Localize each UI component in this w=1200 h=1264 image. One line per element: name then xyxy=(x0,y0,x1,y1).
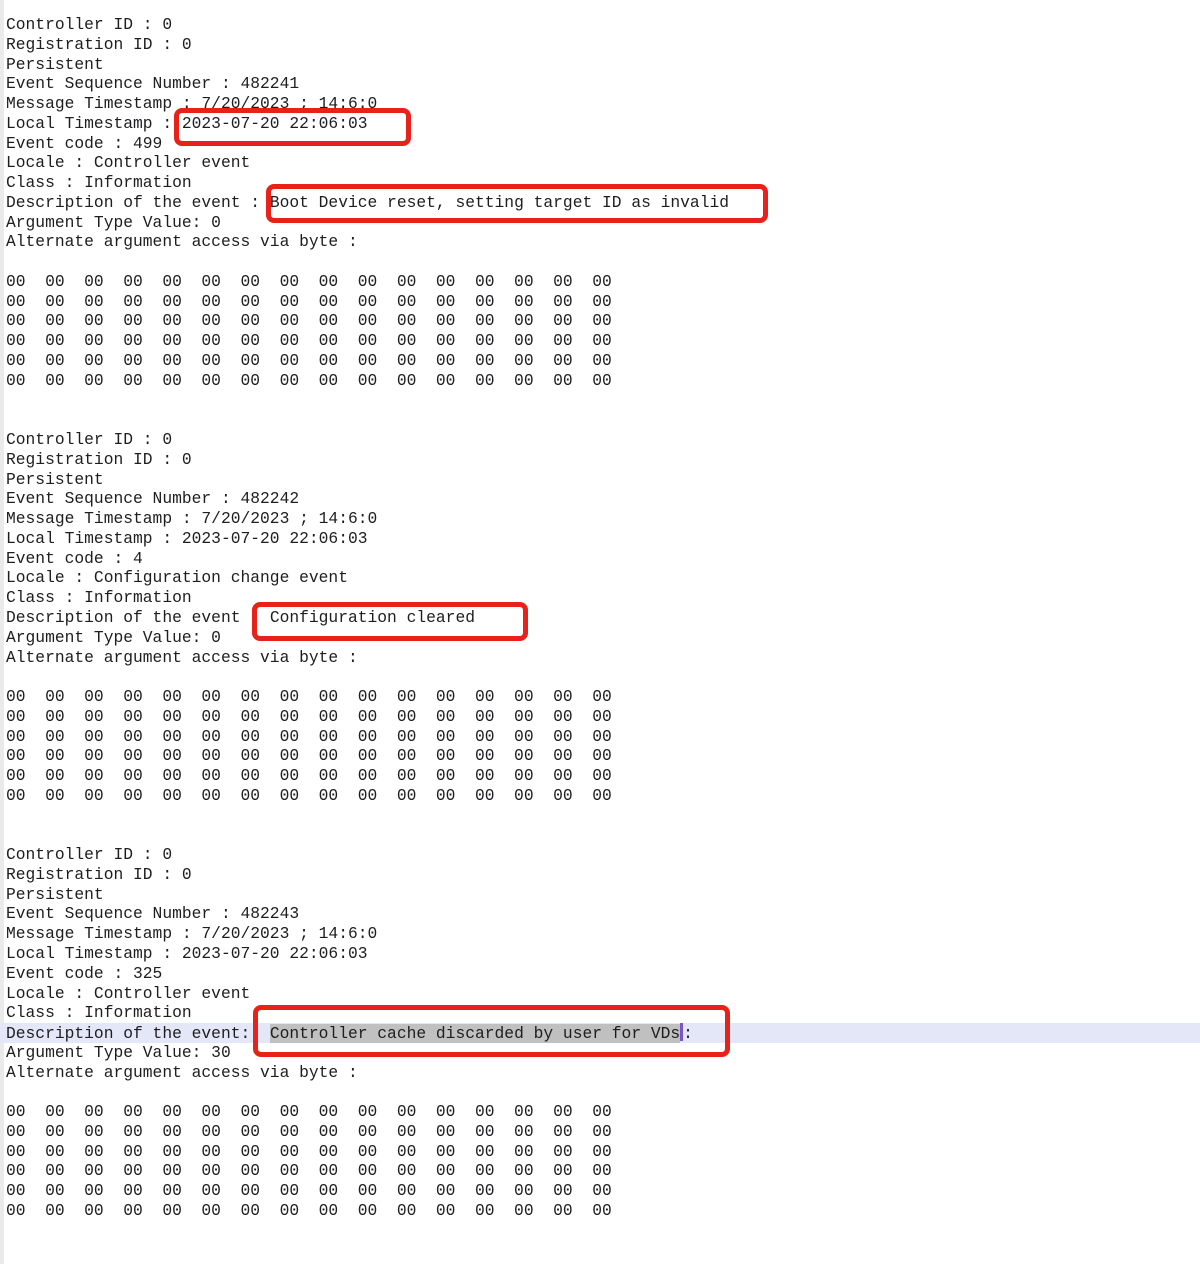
hex-row: 00 00 00 00 00 00 00 00 00 00 00 00 00 0… xyxy=(0,272,1200,292)
log-line: Event Sequence Number : 482241 xyxy=(0,74,1200,94)
log-line: Locale : Controller event xyxy=(0,153,1200,173)
log-line: Description of the event Configuration c… xyxy=(0,608,1200,628)
blank-line xyxy=(0,1240,1200,1260)
event-block-482243: Controller ID : 0Registration ID : 0Pers… xyxy=(0,845,1200,1260)
log-line: Message Timestamp : 7/20/2023 ; 14:6:0 xyxy=(0,94,1200,114)
hex-row: 00 00 00 00 00 00 00 00 00 00 00 00 00 0… xyxy=(0,292,1200,312)
description-label: Description of the event: xyxy=(6,1024,270,1043)
log-line: Event code : 325 xyxy=(0,964,1200,984)
log-line: Persistent xyxy=(0,470,1200,490)
log-line: Class : Information xyxy=(0,588,1200,608)
hex-row: 00 00 00 00 00 00 00 00 00 00 00 00 00 0… xyxy=(0,371,1200,391)
blank-line xyxy=(0,410,1200,430)
log-viewer-page: Controller ID : 0Registration ID : 0Pers… xyxy=(0,0,1200,1264)
hex-row: 00 00 00 00 00 00 00 00 00 00 00 00 00 0… xyxy=(0,1102,1200,1122)
blank-line xyxy=(0,391,1200,411)
log-line: Class : Information xyxy=(0,173,1200,193)
log-line: Argument Type Value: 0 xyxy=(0,213,1200,233)
blank-line xyxy=(0,1221,1200,1241)
log-line: Description of the event: Controller cac… xyxy=(0,1023,1200,1043)
log-line: Description of the event : Boot Device r… xyxy=(0,193,1200,213)
log-line: Local Timestamp : 2023-07-20 22:06:03 xyxy=(0,944,1200,964)
hex-row: 00 00 00 00 00 00 00 00 00 00 00 00 00 0… xyxy=(0,1161,1200,1181)
log-line: Alternate argument access via byte : xyxy=(0,648,1200,668)
log-line: Alternate argument access via byte : xyxy=(0,1063,1200,1083)
hex-row: 00 00 00 00 00 00 00 00 00 00 00 00 00 0… xyxy=(0,1142,1200,1162)
log-line: Controller ID : 0 xyxy=(0,430,1200,450)
log-line: Locale : Configuration change event xyxy=(0,568,1200,588)
hex-row: 00 00 00 00 00 00 00 00 00 00 00 00 00 0… xyxy=(0,1181,1200,1201)
log-line: Local Timestamp : 2023-07-20 22:06:03 xyxy=(0,114,1200,134)
log-line: Event code : 4 xyxy=(0,549,1200,569)
blank-line xyxy=(0,1082,1200,1102)
log-line: Class : Information xyxy=(0,1003,1200,1023)
hex-row: 00 00 00 00 00 00 00 00 00 00 00 00 00 0… xyxy=(0,727,1200,747)
log-line: Local Timestamp : 2023-07-20 22:06:03 xyxy=(0,529,1200,549)
hex-row: 00 00 00 00 00 00 00 00 00 00 00 00 00 0… xyxy=(0,1122,1200,1142)
blank-line xyxy=(0,667,1200,687)
log-line: Locale : Controller event xyxy=(0,984,1200,1004)
log-line: Persistent xyxy=(0,55,1200,75)
hex-row: 00 00 00 00 00 00 00 00 00 00 00 00 00 0… xyxy=(0,766,1200,786)
hex-row: 00 00 00 00 00 00 00 00 00 00 00 00 00 0… xyxy=(0,707,1200,727)
hex-row: 00 00 00 00 00 00 00 00 00 00 00 00 00 0… xyxy=(0,786,1200,806)
log-line: Registration ID : 0 xyxy=(0,450,1200,470)
log-content[interactable]: Controller ID : 0Registration ID : 0Pers… xyxy=(0,15,1200,1260)
hex-row: 00 00 00 00 00 00 00 00 00 00 00 00 00 0… xyxy=(0,746,1200,766)
hex-row: 00 00 00 00 00 00 00 00 00 00 00 00 00 0… xyxy=(0,351,1200,371)
log-line: Event code : 499 xyxy=(0,134,1200,154)
hex-row: 00 00 00 00 00 00 00 00 00 00 00 00 00 0… xyxy=(0,311,1200,331)
log-line: Alternate argument access via byte : xyxy=(0,232,1200,252)
description-value: Configuration cleared xyxy=(270,608,475,627)
selected-text: Controller cache discarded by user for V… xyxy=(270,1024,680,1043)
blank-line xyxy=(0,806,1200,826)
log-line: Message Timestamp : 7/20/2023 ; 14:6:0 xyxy=(0,509,1200,529)
description-label: Description of the event : xyxy=(6,193,270,212)
description-suffix: : xyxy=(683,1024,693,1043)
event-block-482241: Controller ID : 0Registration ID : 0Pers… xyxy=(0,15,1200,430)
log-line: Registration ID : 0 xyxy=(0,35,1200,55)
event-block-482242: Controller ID : 0Registration ID : 0Pers… xyxy=(0,430,1200,845)
log-line: Registration ID : 0 xyxy=(0,865,1200,885)
description-value: Boot Device reset, setting target ID as … xyxy=(270,193,729,212)
hex-row: 00 00 00 00 00 00 00 00 00 00 00 00 00 0… xyxy=(0,1201,1200,1221)
log-line: Controller ID : 0 xyxy=(0,845,1200,865)
blank-line xyxy=(0,252,1200,272)
log-line: Persistent xyxy=(0,885,1200,905)
log-line: Controller ID : 0 xyxy=(0,15,1200,35)
log-line: Message Timestamp : 7/20/2023 ; 14:6:0 xyxy=(0,924,1200,944)
log-line: Event Sequence Number : 482243 xyxy=(0,904,1200,924)
hex-row: 00 00 00 00 00 00 00 00 00 00 00 00 00 0… xyxy=(0,331,1200,351)
blank-line xyxy=(0,825,1200,845)
hex-row: 00 00 00 00 00 00 00 00 00 00 00 00 00 0… xyxy=(0,687,1200,707)
description-label: Description of the event xyxy=(6,608,270,627)
log-line: Event Sequence Number : 482242 xyxy=(0,489,1200,509)
log-line: Argument Type Value: 0 xyxy=(0,628,1200,648)
log-line: Argument Type Value: 30 xyxy=(0,1043,1200,1063)
